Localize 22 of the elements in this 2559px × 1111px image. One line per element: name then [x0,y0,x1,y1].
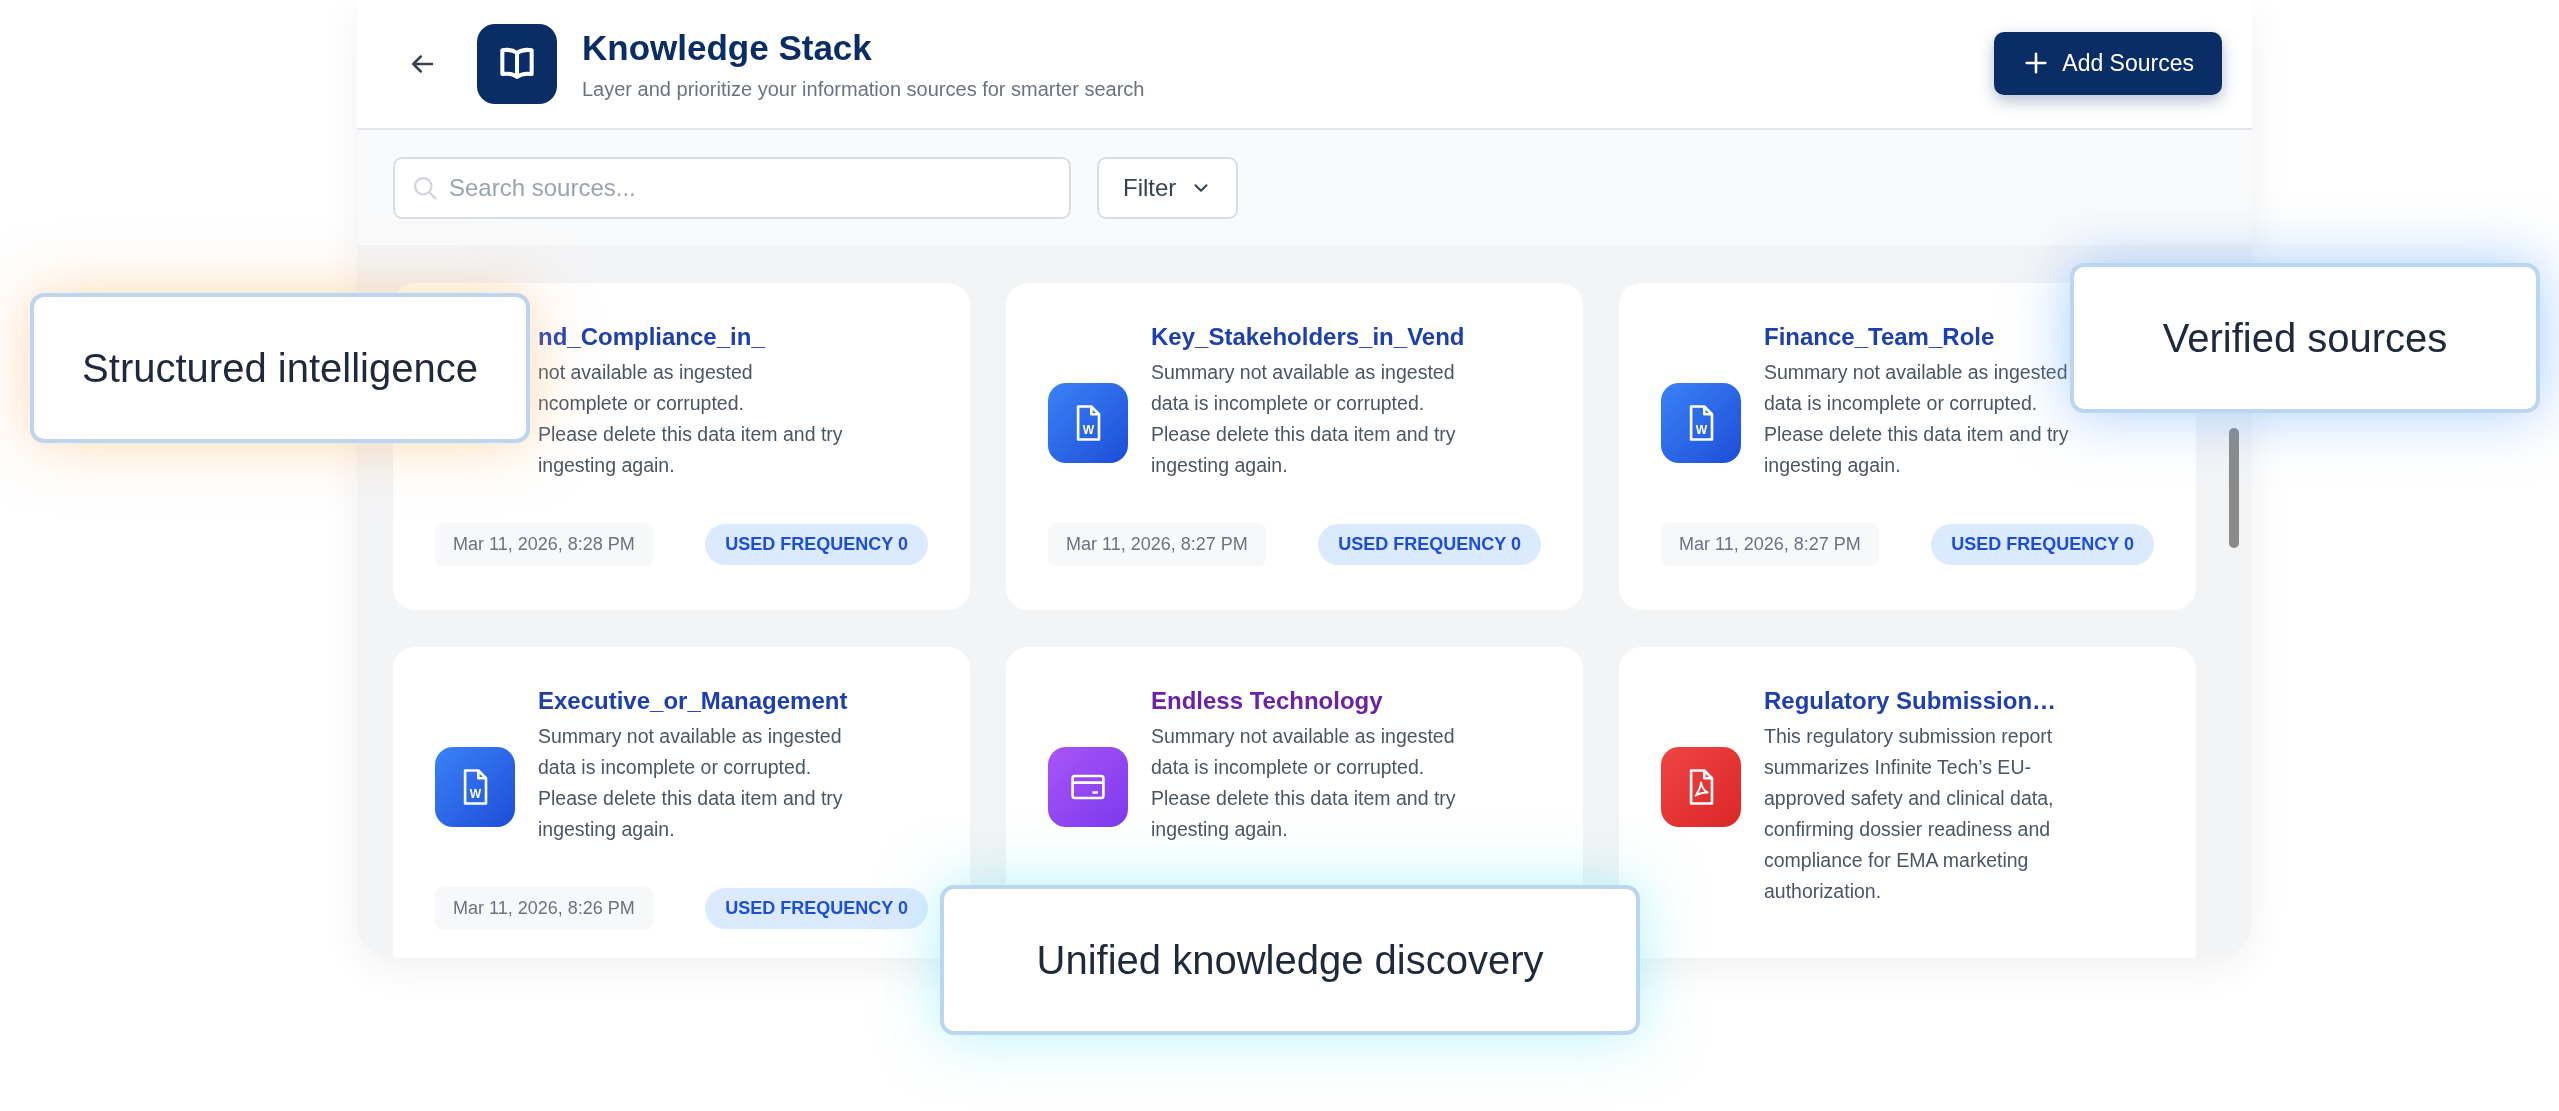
callout-tooltip: Unified knowledge discovery [940,885,1640,1035]
callout-tooltip: Verified sources [2070,263,2540,413]
source-summary: not available as ingested ncomplete or corrupted. Please delete this data item and try ingesting again. [538,360,843,478]
date-tag: Mar 11, 2026, 8:28 PM [435,523,653,566]
source-summary: Summary not available as ingested data is incomplete or corrupted. Please delete this data item and try ingesting again. [1151,724,1456,842]
frequency-badge: USED FREQUENCY 0 [1318,524,1541,565]
frequency-badge: USED FREQUENCY 0 [705,524,928,565]
page-title: Knowledge Stack [582,27,873,68]
source-summary: Summary not available as ingested data is incomplete or corrupted. Please delete this data item and try ingesting again. [1764,360,2069,478]
callout-tooltip: Structured intelligence [30,293,530,443]
date-tag: Mar 11, 2026, 8:27 PM [1661,523,1879,566]
date-tag: Mar 11, 2026, 8:26 PM [435,887,653,930]
date-tag: Mar 11, 2026, 8:27 PM [1048,523,1266,566]
source-summary: Summary not available as ingested data is incomplete or corrupted. Please delete this data item and try ingesting again. [1151,360,1457,478]
page-subtitle: Layer and prioritize your information sources for smarter search [582,77,1146,101]
document-icon: W [1661,383,1741,463]
frequency-badge: USED FREQUENCY 0 [705,888,928,929]
frequency-badge: USED FREQUENCY 0 [1931,524,2154,565]
document-icon: W [435,747,515,827]
source-summary: Summary not available as ingested data is incomplete or corrupted. Please delete this data item and try ingesting again. [538,724,844,842]
source-summary: This regulatory submission report summarizes Infinite Tech’s EU- approved safety and clinical data, confirming dossier readiness and compliance for EMA marketing authorization. [1764,724,2055,904]
document-icon: W [1048,383,1128,463]
